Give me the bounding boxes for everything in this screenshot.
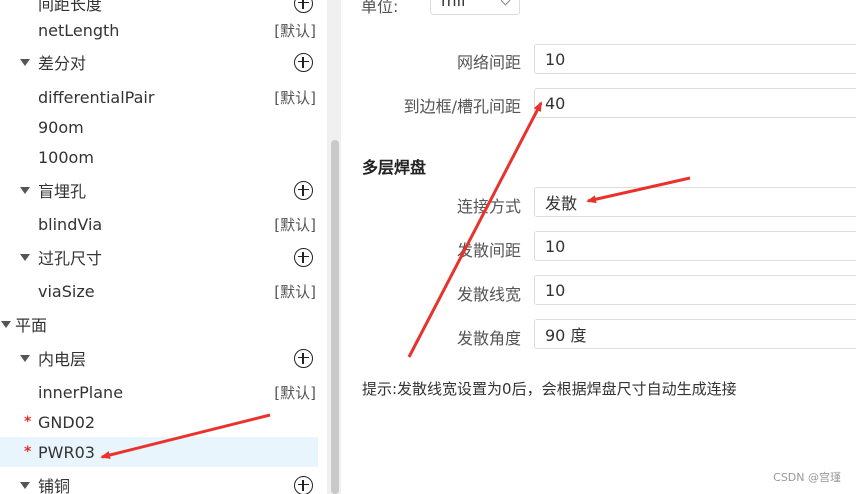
add-circle-icon[interactable] bbox=[294, 475, 313, 494]
caret-down-icon[interactable] bbox=[20, 186, 30, 194]
add-circle-icon[interactable] bbox=[294, 180, 313, 200]
spoke-width-label: 发散线宽 bbox=[456, 285, 521, 304]
tree-group-innerlayer[interactable]: 内电层 bbox=[0, 343, 318, 373]
tree-item-viasize[interactable]: viaSize [默认] bbox=[0, 276, 318, 306]
watermark: CSDN @宫瑾 bbox=[773, 471, 841, 484]
default-tag: [默认] bbox=[274, 21, 316, 40]
tree-group-viasize[interactable]: 过孔尺寸 bbox=[0, 242, 318, 272]
add-circle-icon[interactable] bbox=[294, 0, 313, 13]
tree-item-label: 90om bbox=[38, 117, 84, 137]
default-tag: [默认] bbox=[274, 215, 316, 234]
tree-group-label: 差分对 bbox=[38, 54, 87, 73]
add-circle-icon[interactable] bbox=[294, 348, 313, 368]
tree-item-label: innerPlane bbox=[38, 382, 124, 402]
net-spacing-input[interactable]: 10 bbox=[534, 44, 856, 74]
edge-spacing-value: 40 bbox=[545, 93, 566, 113]
tree-item-netlength[interactable]: netLength [默认] bbox=[0, 15, 318, 45]
tree-scrollbar[interactable] bbox=[331, 140, 339, 494]
caret-down-icon[interactable] bbox=[20, 354, 30, 362]
add-circle-icon[interactable] bbox=[294, 247, 313, 267]
tree-item-pwr03[interactable]: * PWR03 bbox=[0, 437, 318, 467]
unit-select[interactable]: mil bbox=[430, 0, 520, 15]
tree-item-label: GND02 bbox=[38, 412, 96, 432]
tree-group-label: 铺铜 bbox=[38, 477, 71, 494]
tree-group-label: 内电层 bbox=[38, 350, 87, 369]
caret-down-icon[interactable] bbox=[20, 481, 30, 489]
edge-spacing-input[interactable]: 40 bbox=[534, 88, 856, 118]
tree-item-label: netLength bbox=[38, 20, 120, 40]
unit-label: 单位: bbox=[361, 0, 399, 16]
tree-item-innerplane[interactable]: innerPlane [默认] bbox=[0, 377, 318, 407]
caret-down-icon[interactable] bbox=[1, 320, 11, 328]
tree-item-label: viaSize bbox=[38, 281, 95, 301]
tree-item-gnd02[interactable]: * GND02 bbox=[0, 407, 318, 437]
tree-group-diffpair[interactable]: 差分对 bbox=[0, 47, 318, 77]
tree-item-label: blindVia bbox=[38, 214, 103, 234]
add-circle-icon[interactable] bbox=[294, 52, 313, 72]
tree-item-label: 间距长度 bbox=[38, 0, 103, 14]
spoke-gap-value: 10 bbox=[545, 236, 566, 256]
tree-item-label: 100om bbox=[38, 147, 94, 167]
spoke-angle-input[interactable]: 90 度 bbox=[534, 319, 856, 349]
spoke-angle-label: 发散角度 bbox=[456, 329, 521, 348]
tree-item-label: differentialPair bbox=[38, 87, 155, 107]
hint-text: 提示:发散线宽设置为0后，会根据焊盘尺寸自动生成连接 bbox=[362, 380, 737, 398]
multilayer-section-title: 多层焊盘 bbox=[362, 158, 427, 177]
tree-item-differentialpair[interactable]: differentialPair [默认] bbox=[0, 82, 318, 112]
caret-down-icon[interactable] bbox=[20, 253, 30, 261]
tree-group-label: 盲埋孔 bbox=[38, 182, 87, 201]
default-tag: [默认] bbox=[274, 282, 316, 301]
default-tag: [默认] bbox=[274, 88, 316, 107]
tree-item-90om[interactable]: 90om bbox=[0, 112, 318, 142]
default-tag: [默认] bbox=[274, 383, 316, 402]
tree-item-100om[interactable]: 100om bbox=[0, 142, 318, 172]
unit-value: mil bbox=[441, 0, 466, 10]
rule-form-panel: 单位: mil 网络间距 10 到边框/槽孔间距 40 多层焊盘 连接方式 发散… bbox=[341, 0, 856, 494]
required-mark: * bbox=[24, 414, 32, 430]
tree-item-label: PWR03 bbox=[38, 442, 95, 462]
edge-spacing-label: 到边框/槽孔间距 bbox=[403, 97, 521, 116]
spoke-width-input[interactable]: 10 bbox=[534, 275, 856, 305]
tree-group-blind[interactable]: 盲埋孔 bbox=[0, 175, 318, 205]
tree-group-label: 平面 bbox=[15, 316, 48, 335]
connect-mode-select[interactable]: 发散 bbox=[534, 187, 856, 217]
tree-group-plane[interactable]: 平面 bbox=[0, 309, 318, 339]
spoke-width-value: 10 bbox=[545, 280, 566, 300]
connect-mode-label: 连接方式 bbox=[456, 197, 521, 216]
required-mark: * bbox=[24, 444, 32, 460]
tree-group-copper[interactable]: 铺铜 bbox=[0, 470, 318, 494]
spoke-angle-value: 90 度 bbox=[545, 326, 587, 345]
net-spacing-label: 网络间距 bbox=[456, 53, 521, 72]
rule-tree-panel: 间距长度 netLength [默认] 差分对 differentialPair… bbox=[0, 0, 327, 494]
spoke-gap-label: 发散间距 bbox=[456, 241, 521, 260]
net-spacing-value: 10 bbox=[545, 49, 566, 69]
caret-down-icon[interactable] bbox=[20, 58, 30, 66]
chevron-down-icon bbox=[500, 0, 511, 6]
tree-group-label: 过孔尺寸 bbox=[38, 249, 103, 268]
connect-mode-value: 发散 bbox=[545, 194, 578, 213]
tree-item-blindvia[interactable]: blindVia [默认] bbox=[0, 209, 318, 239]
spoke-gap-input[interactable]: 10 bbox=[534, 231, 856, 261]
